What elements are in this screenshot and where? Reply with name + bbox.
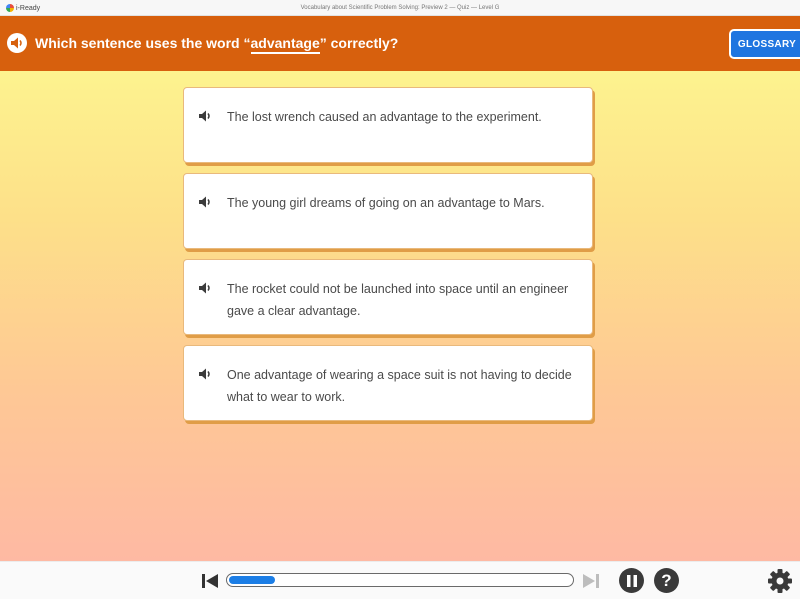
answer-option-4[interactable]: One advantage of wearing a space suit is…: [183, 345, 593, 421]
answer-option-3[interactable]: The rocket could not be launched into sp…: [183, 259, 593, 335]
speaker-icon: [11, 37, 22, 49]
app-logo: i-Ready: [6, 2, 40, 14]
speaker-icon[interactable]: [196, 365, 214, 383]
answer-option-text: The lost wrench caused an advantage to t…: [227, 110, 542, 124]
question-header: Which sentence uses the word “advantage”…: [0, 16, 800, 71]
player-controls: ?: [0, 561, 800, 599]
gear-icon[interactable]: [767, 568, 793, 594]
answer-option-text: One advantage of wearing a space suit is…: [227, 368, 572, 404]
question-keyword[interactable]: advantage: [250, 35, 320, 54]
progress-fill: [229, 576, 276, 584]
glossary-button[interactable]: GLOSSARY: [729, 29, 800, 59]
help-button[interactable]: ?: [654, 568, 679, 593]
speaker-icon[interactable]: [196, 193, 214, 211]
answer-option-2[interactable]: The young girl dreams of going on an adv…: [183, 173, 593, 249]
skip-back-icon[interactable]: [201, 572, 219, 590]
answer-option-1[interactable]: The lost wrench caused an advantage to t…: [183, 87, 593, 163]
speaker-icon[interactable]: [196, 279, 214, 297]
question-speaker-button[interactable]: [7, 33, 27, 53]
app-name: i-Ready: [16, 4, 41, 12]
question-text: Which sentence uses the word “advantage”…: [35, 35, 399, 54]
answer-option-text: The young girl dreams of going on an adv…: [227, 196, 545, 210]
help-icon: ?: [661, 570, 672, 590]
pause-button[interactable]: [619, 568, 644, 593]
answer-option-text: The rocket could not be launched into sp…: [227, 282, 569, 318]
question-suffix: ” correctly?: [319, 35, 399, 51]
speaker-icon[interactable]: [196, 107, 214, 125]
window-title: Vocabulary about Scientific Problem Solv…: [300, 4, 500, 11]
iready-logo-icon: [6, 4, 14, 12]
progress-bar: [226, 573, 574, 587]
pause-icon: [626, 574, 637, 587]
question-prefix: Which sentence uses the word “: [35, 35, 251, 51]
window-titlebar: i-Ready Vocabulary about Scientific Prob…: [0, 0, 800, 16]
skip-forward-icon[interactable]: [582, 572, 600, 590]
answer-area: The lost wrench caused an advantage to t…: [0, 71, 800, 561]
